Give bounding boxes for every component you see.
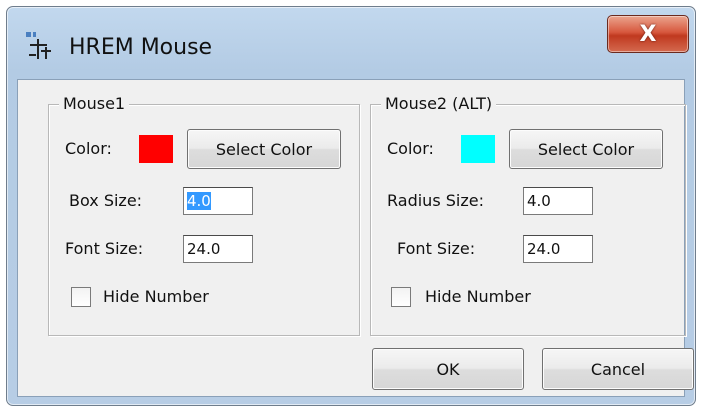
dialog-client-area: Mouse1 Color: Select Color Box Size: 4.0…	[17, 79, 694, 397]
mouse2-radius-size-label: Radius Size:	[387, 191, 484, 210]
mouse1-box-size-label: Box Size:	[69, 191, 143, 210]
mouse1-legend: Mouse1	[59, 94, 130, 113]
mouse2-legend: Mouse2 (ALT)	[381, 94, 497, 113]
mouse2-group: Mouse2 (ALT) Color: Select Color Radius …	[370, 94, 686, 336]
mouse1-box-size-input[interactable]: 4.0	[183, 187, 253, 215]
mouse1-color-swatch	[139, 135, 173, 163]
cancel-button[interactable]: Cancel	[542, 348, 694, 390]
mouse1-font-size-label: Font Size:	[65, 239, 144, 258]
mouse2-select-color-button[interactable]: Select Color	[509, 129, 663, 169]
mouse2-hide-number-checkbox[interactable]	[391, 287, 411, 307]
window-title: HREM Mouse	[69, 35, 213, 60]
ok-button[interactable]: OK	[372, 348, 524, 390]
mouse2-radius-size-value: 4.0	[527, 192, 551, 210]
mouse1-font-size-value: 24.0	[187, 240, 221, 258]
title-bar[interactable]: HREM Mouse X	[7, 7, 695, 79]
mouse2-radius-size-input[interactable]: 4.0	[523, 187, 593, 215]
app-icon	[25, 31, 55, 61]
dialog-window: HREM Mouse X Mouse1 Color: Select Color …	[6, 6, 696, 406]
mouse1-color-label: Color:	[65, 139, 112, 158]
close-button[interactable]: X	[607, 15, 689, 53]
mouse2-font-size-value: 24.0	[527, 240, 561, 258]
mouse2-color-swatch	[461, 135, 495, 163]
mouse1-group: Mouse1 Color: Select Color Box Size: 4.0…	[48, 94, 360, 336]
mouse1-hide-number-checkbox[interactable]	[71, 287, 91, 307]
mouse1-hide-number-label: Hide Number	[103, 287, 209, 306]
mouse2-hide-number-label: Hide Number	[425, 287, 531, 306]
mouse1-font-size-input[interactable]: 24.0	[183, 235, 253, 263]
mouse1-select-color-button[interactable]: Select Color	[187, 129, 341, 169]
mouse2-font-size-input[interactable]: 24.0	[523, 235, 593, 263]
mouse1-box-size-value: 4.0	[187, 192, 211, 210]
mouse2-color-label: Color:	[387, 139, 434, 158]
mouse2-font-size-label: Font Size:	[397, 239, 476, 258]
close-icon: X	[639, 21, 657, 47]
